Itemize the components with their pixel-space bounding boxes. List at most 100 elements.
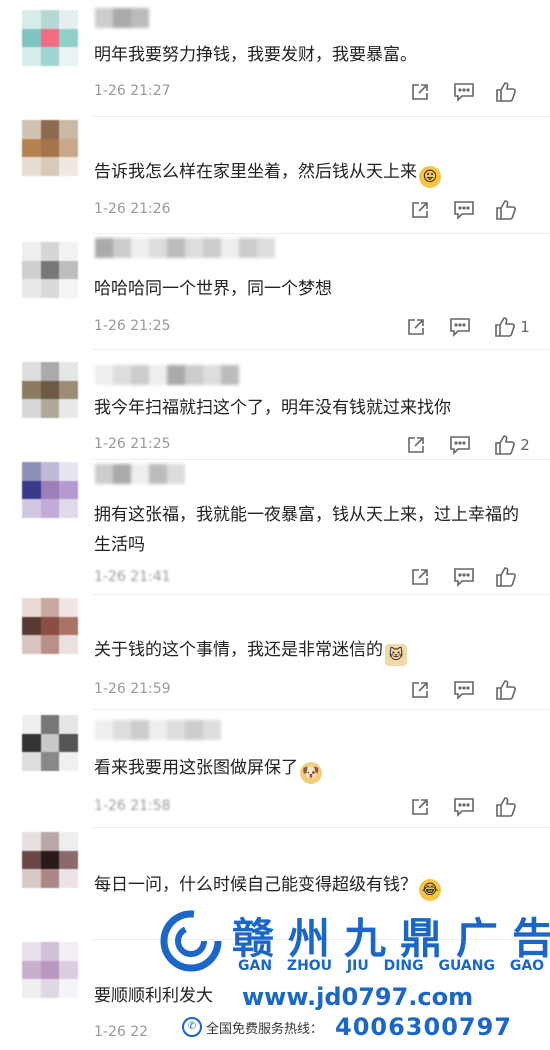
reply-button[interactable] <box>442 80 486 104</box>
hotline-label-row: ✆ 全国免费服务热线： <box>182 1017 323 1037</box>
avatar[interactable] <box>22 942 78 998</box>
comment-item: 关于钱的这个事情，我还是非常迷信的 🐱 1-26 21:59 <box>0 595 550 710</box>
hotline-phone: 4006300797 <box>335 1013 512 1041</box>
comment-text-content: 每日一问，什么时候自己能变得超级有钱？ <box>94 875 417 895</box>
comment-actions <box>398 198 530 222</box>
avatar[interactable] <box>22 598 78 654</box>
comment-text-content: 告诉我怎么样在家里坐着，然后钱从天上来 <box>94 162 417 182</box>
comment-text: 哈哈哈同一个世界，同一个梦想 <box>94 274 530 304</box>
thumbs-up-icon <box>495 679 517 701</box>
like-button[interactable] <box>486 198 530 222</box>
share-icon <box>410 797 430 817</box>
comment-icon <box>449 317 471 337</box>
avatar[interactable] <box>22 242 78 298</box>
share-icon <box>410 200 430 220</box>
brand-name-cn: 赣州九鼎广告 <box>232 914 550 963</box>
comment-text: 关于钱的这个事情，我还是非常迷信的 🐱 <box>94 635 530 666</box>
comment-time: 1-26 21:25 <box>94 436 171 452</box>
comment-item: 我今年扫福就扫这个了，明年没有钱就过来找你 1-26 21:25 2 <box>0 350 550 460</box>
comment-text-content: 看来我要用这张图做屏保了 <box>94 758 298 778</box>
share-icon <box>406 435 426 455</box>
reply-button[interactable] <box>438 433 482 457</box>
comment-icon <box>453 567 475 587</box>
comment-text-content: 关于钱的这个事情，我还是非常迷信的 <box>94 640 383 660</box>
thumbs-up-icon <box>495 566 517 588</box>
comment-time: 1-26 21:41 <box>94 569 171 585</box>
comment-icon <box>453 82 475 102</box>
share-button[interactable] <box>398 795 442 819</box>
comment-actions <box>398 795 530 819</box>
avatar[interactable] <box>22 120 78 176</box>
comment-text: 告诉我怎么样在家里坐着，然后钱从天上来 😛 <box>94 157 530 188</box>
comment-text: 我今年扫福就扫这个了，明年没有钱就过来找你 <box>94 393 530 423</box>
username-blurred[interactable] <box>95 238 275 258</box>
brand-logo-icon <box>160 910 222 972</box>
share-button[interactable] <box>398 80 442 104</box>
phone-icon: ✆ <box>182 1017 202 1037</box>
comment-text: 每日一问，什么时候自己能变得超级有钱？ 😂 <box>94 870 530 901</box>
share-button[interactable] <box>398 678 442 702</box>
like-button[interactable]: 2 <box>482 433 542 457</box>
reply-button[interactable] <box>442 795 486 819</box>
laughing-emoji-icon: 😂 <box>419 879 441 901</box>
reply-button[interactable] <box>442 565 486 589</box>
avatar[interactable] <box>22 715 78 771</box>
comment-actions <box>398 80 530 104</box>
avatar[interactable] <box>22 10 78 66</box>
like-button[interactable] <box>486 678 530 702</box>
comment-time: 1-26 21:59 <box>94 681 171 697</box>
comment-text: 看来我要用这张图做屏保了 🐶 <box>94 753 530 784</box>
share-button[interactable] <box>398 565 442 589</box>
comment-item: 告诉我怎么样在家里坐着，然后钱从天上来 😛 1-26 21:26 <box>0 117 550 234</box>
thumbs-up-icon <box>495 796 517 818</box>
share-button[interactable] <box>398 198 442 222</box>
reply-button[interactable] <box>442 198 486 222</box>
like-button[interactable]: 1 <box>482 315 542 339</box>
brand-url: www.jd0797.com <box>242 983 474 1011</box>
reply-button[interactable] <box>442 678 486 702</box>
share-icon <box>410 567 430 587</box>
share-icon <box>410 82 430 102</box>
like-count: 1 <box>520 318 530 336</box>
username-blurred[interactable] <box>95 8 149 28</box>
watermark: 赣州九鼎广告 GAN ZHOU JIU DING GUANG GAO www.j… <box>160 905 550 1045</box>
comment-text: 明年我要努力挣钱，我要发财，我要暴富。 <box>94 40 530 70</box>
comment-text-content: 哈哈哈同一个世界，同一个梦想 <box>94 279 332 299</box>
comment-item: 哈哈哈同一个世界，同一个梦想 1-26 21:25 1 <box>0 234 550 350</box>
comment-time: 1-26 21:26 <box>94 201 171 217</box>
comment-actions <box>398 565 530 589</box>
tongue-emoji-icon: 😛 <box>419 166 441 188</box>
username-blurred[interactable] <box>95 464 185 484</box>
like-button[interactable] <box>486 80 530 104</box>
username-blurred[interactable] <box>95 365 239 385</box>
reply-button[interactable] <box>438 315 482 339</box>
share-button[interactable] <box>394 433 438 457</box>
username-blurred[interactable] <box>95 720 221 740</box>
comment-icon <box>453 680 475 700</box>
avatar[interactable] <box>22 362 78 418</box>
comment-time: 1-26 21:27 <box>94 83 171 99</box>
comment-text-content: 明年我要努力挣钱，我要发财，我要暴富。 <box>94 45 417 65</box>
cat-emoji-icon: 🐱 <box>385 644 407 666</box>
like-count: 2 <box>520 436 530 454</box>
comment-time: 1-26 21:58 <box>94 798 171 814</box>
brand-name-pinyin: GAN ZHOU JIU DING GUANG GAO <box>238 958 545 974</box>
comment-actions <box>398 678 530 702</box>
comment-text-content: 拥有这张福，我就能一夜暴富，钱从天上来，过上幸福的生活吗 <box>94 505 519 555</box>
thumbs-up-icon <box>494 434 516 456</box>
hotline-label: 全国免费服务热线： <box>206 1021 324 1037</box>
avatar[interactable] <box>22 832 78 888</box>
share-button[interactable] <box>394 315 438 339</box>
comment-time: 1-26 21:25 <box>94 318 171 334</box>
comment-actions: 1 <box>394 315 542 339</box>
share-icon <box>406 317 426 337</box>
like-button[interactable] <box>486 795 530 819</box>
comment-icon <box>453 200 475 220</box>
dog-emoji-icon: 🐶 <box>300 762 322 784</box>
avatar[interactable] <box>22 462 78 518</box>
thumbs-up-icon <box>495 81 517 103</box>
comment-icon <box>453 797 475 817</box>
like-button[interactable] <box>486 565 530 589</box>
thumbs-up-icon <box>494 316 516 338</box>
comment-time: 1-26 22 <box>94 1024 149 1040</box>
